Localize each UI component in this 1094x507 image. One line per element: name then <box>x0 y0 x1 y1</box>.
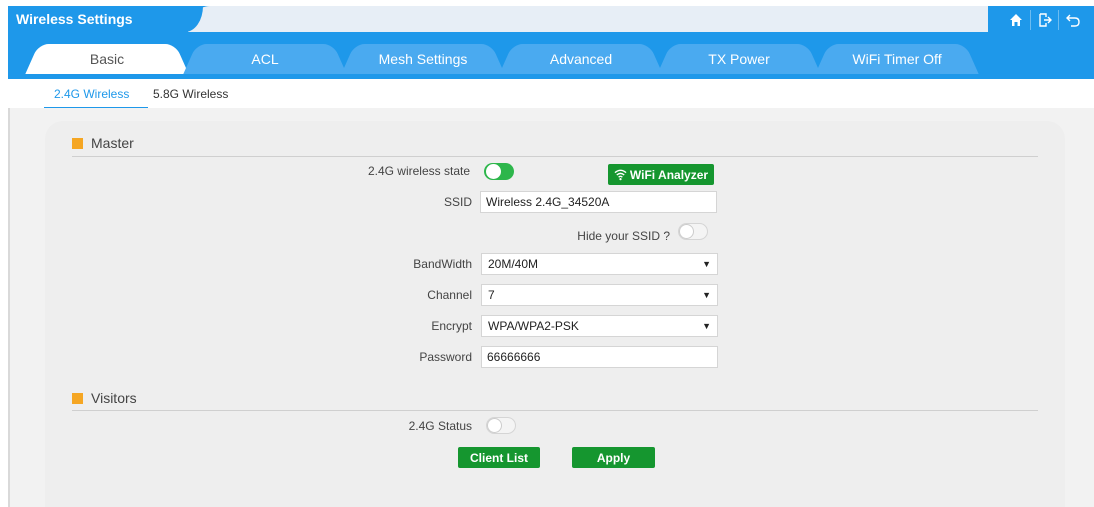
logout-icon[interactable] <box>1030 10 1058 30</box>
ssid-label: SSID <box>443 195 472 209</box>
bandwidth-label: BandWidth <box>413 257 472 271</box>
tab-advanced[interactable]: Advanced <box>499 44 663 74</box>
visitors-divider <box>72 410 1038 411</box>
page-title: Wireless Settings <box>16 11 133 27</box>
back-icon[interactable] <box>1058 10 1086 30</box>
section-master-title: Master <box>91 135 134 151</box>
subtabs: 2.4G Wireless 5.8G Wireless <box>8 79 1094 109</box>
header-icons <box>1002 10 1086 30</box>
hide-ssid-toggle[interactable] <box>678 223 708 240</box>
hide-ssid-label: Hide your SSID ? <box>577 229 670 243</box>
master-divider <box>72 156 1038 157</box>
password-input[interactable]: 66666666 <box>481 346 718 368</box>
channel-select[interactable]: 7 ▼ <box>481 284 718 306</box>
subtab-5g-wireless[interactable]: 5.8G Wireless <box>153 87 228 101</box>
wifi-analyzer-button[interactable]: WiFi Analyzer <box>608 164 714 185</box>
bandwidth-select[interactable]: 20M/40M ▼ <box>481 253 718 275</box>
tab-mesh-settings[interactable]: Mesh Settings <box>341 44 505 74</box>
section-marker-icon <box>72 392 83 404</box>
visitor-status-label: 2.4G Status <box>408 419 472 433</box>
header-notch <box>188 6 988 32</box>
wireless-state-toggle[interactable] <box>484 163 514 180</box>
client-list-button[interactable]: Client List <box>458 447 540 468</box>
section-marker-icon <box>72 137 83 149</box>
encrypt-label: Encrypt <box>431 319 472 333</box>
encrypt-select[interactable]: WPA/WPA2-PSK ▼ <box>481 315 718 337</box>
tab-acl[interactable]: ACL <box>183 44 347 74</box>
tab-tx-power[interactable]: TX Power <box>657 44 821 74</box>
section-master: Master <box>72 135 134 151</box>
left-border <box>8 108 10 507</box>
password-label: Password <box>419 350 472 364</box>
tab-basic[interactable]: Basic <box>25 44 189 74</box>
ssid-input[interactable]: Wireless 2.4G_34520A <box>480 191 717 213</box>
subtab-2g-wireless[interactable]: 2.4G Wireless <box>54 87 129 101</box>
tab-wifi-timer-off[interactable]: WiFi Timer Off <box>815 44 979 74</box>
wifi-icon <box>614 169 627 181</box>
wireless-state-label: 2.4G wireless state <box>367 164 470 178</box>
section-visitors: Visitors <box>72 390 137 406</box>
home-icon[interactable] <box>1002 10 1030 30</box>
apply-button[interactable]: Apply <box>572 447 655 468</box>
visitor-status-toggle[interactable] <box>486 417 516 434</box>
channel-label: Channel <box>427 288 472 302</box>
chevron-down-icon: ▼ <box>702 259 711 269</box>
section-visitors-title: Visitors <box>91 390 137 406</box>
settings-panel <box>45 121 1065 507</box>
chevron-down-icon: ▼ <box>702 290 711 300</box>
chevron-down-icon: ▼ <box>702 321 711 331</box>
